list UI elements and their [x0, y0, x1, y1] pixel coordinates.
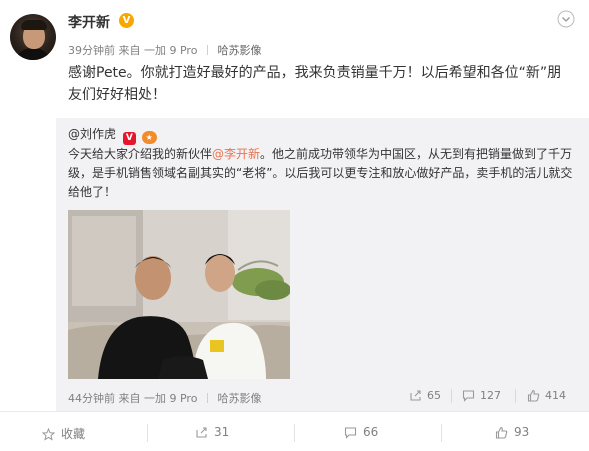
comment-count: 66: [363, 425, 379, 439]
post-location-tag[interactable]: 哈苏影像: [217, 44, 261, 57]
repost-text: 今天给大家介绍我的新伙伴@李开新。他之前成功带领华为中国区，从无到有把销量做到了…: [68, 147, 573, 199]
like-button[interactable]: 93: [495, 425, 529, 439]
repost-like-count: 414: [545, 389, 566, 402]
share-count: 31: [214, 425, 230, 439]
member-badge-icon: ★: [141, 131, 157, 144]
repost-location-tag[interactable]: 哈苏影像: [217, 392, 261, 405]
repost-comment-button[interactable]: 127: [462, 389, 501, 402]
mention-link[interactable]: @李开新: [212, 147, 260, 161]
post-meta: 39分钟前 来自 一加 9 Pro 哈苏影像: [68, 42, 261, 58]
favorite-label: 收藏: [61, 427, 86, 441]
post-time[interactable]: 39分钟前: [68, 44, 115, 57]
verified-badge-icon: V: [122, 132, 136, 145]
author-name[interactable]: 李开新: [68, 12, 110, 32]
thumbs-up-icon: [495, 426, 508, 439]
like-count: 93: [514, 425, 530, 439]
weibo-post: 李开新 V 39分钟前 来自 一加 9 Pro 哈苏影像 感谢Pete。你就打造…: [0, 0, 589, 451]
reposted-card: @刘作虎 V ★ 今天给大家介绍我的新伙伴@李开新。他之前成功带领华为中国区，从…: [56, 118, 589, 411]
repost-author-name[interactable]: @刘作虎: [68, 127, 116, 141]
favorite-button[interactable]: 收藏: [41, 425, 86, 442]
repost-share-button[interactable]: 65: [409, 389, 441, 402]
repost-meta: 44分钟前 来自 一加 9 Pro 哈苏影像: [68, 390, 261, 406]
star-icon: [41, 427, 56, 441]
share-button[interactable]: 31: [195, 425, 229, 439]
author-avatar[interactable]: [10, 14, 56, 60]
share-icon: [410, 390, 421, 401]
repost-like-button[interactable]: 414: [527, 389, 566, 402]
repost-share-count: 65: [427, 389, 441, 402]
chevron-down-icon[interactable]: [557, 10, 575, 28]
repost-time[interactable]: 44分钟前: [68, 392, 115, 405]
post-text: 感谢Pete。你就打造好最好的产品，我来负责销量千万！以后希望和各位“新”朋友们…: [68, 65, 562, 103]
verified-badge-icon: V: [119, 13, 134, 28]
repost-comment-count: 127: [480, 389, 501, 402]
comment-icon: [344, 427, 357, 439]
repost-source: 来自 一加 9 Pro: [118, 392, 198, 405]
comment-icon: [462, 390, 475, 402]
comment-button[interactable]: 66: [344, 425, 378, 439]
thumbs-up-icon: [527, 389, 540, 402]
share-icon: [196, 427, 207, 438]
post-action-bar: 收藏 31 66 93: [0, 411, 589, 451]
post-photo[interactable]: [68, 210, 290, 379]
post-source: 来自 一加 9 Pro: [118, 44, 198, 57]
